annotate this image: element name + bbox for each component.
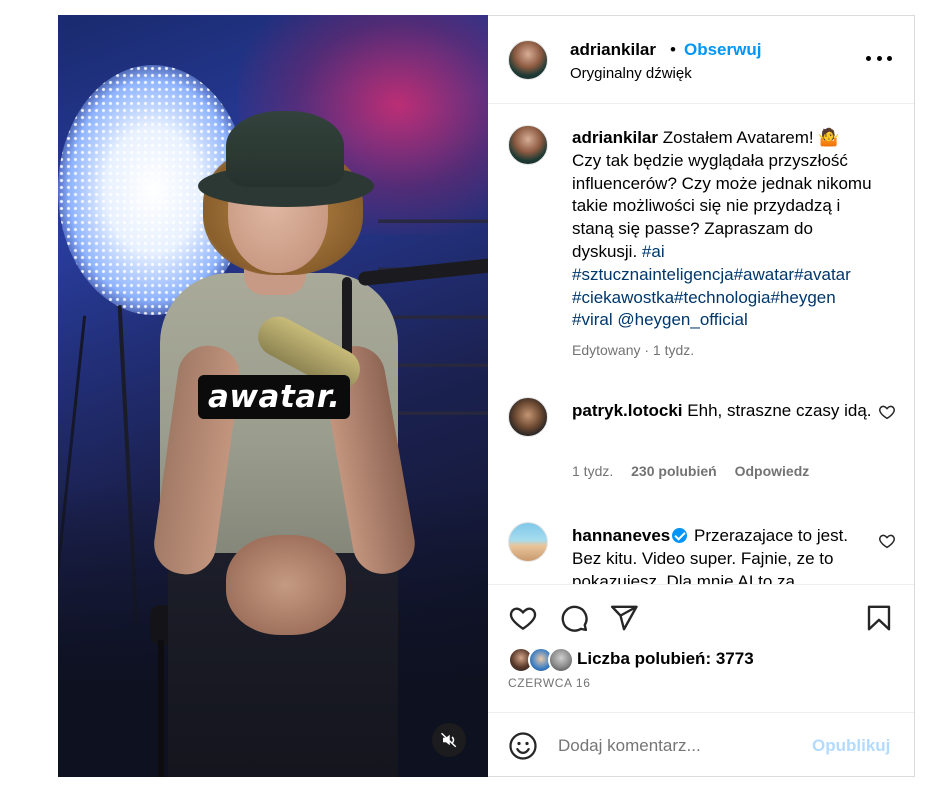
comment-input[interactable] xyxy=(558,733,798,759)
stool-leg xyxy=(158,640,164,777)
caption-mention[interactable]: @heygen_official xyxy=(617,310,747,329)
verified-badge-icon xyxy=(672,528,688,543)
commenter-avatar[interactable] xyxy=(508,522,548,562)
caption-author-avatar[interactable] xyxy=(508,125,548,165)
share-icon[interactable] xyxy=(609,603,639,633)
comments-list[interactable]: adriankilar Zostałem Avatarem! 🤷 Czy tak… xyxy=(488,104,914,584)
commenter-avatar[interactable] xyxy=(508,397,548,437)
liker-avatar xyxy=(548,647,574,673)
post-caption: adriankilar Zostałem Avatarem! 🤷 Czy tak… xyxy=(488,104,914,374)
post-actions-bar: Liczba polubień: 3773 CZERWCA 16 xyxy=(488,584,914,712)
comment-like-heart-icon[interactable] xyxy=(878,532,896,550)
post-header: adriankilar • Obserwuj Oryginalny dźwięk xyxy=(488,16,914,104)
comment-meta: 1 tydz. 230 polubień Odpowiedz xyxy=(572,463,809,479)
caption-text: adriankilar Zostałem Avatarem! 🤷 Czy tak… xyxy=(572,127,880,332)
comment-time: 1 tydz. xyxy=(572,463,614,479)
microphone-boom-arm xyxy=(357,257,488,287)
volume-muted-icon xyxy=(440,732,457,748)
follow-button[interactable]: Obserwuj xyxy=(684,40,761,60)
post-details-panel: adriankilar • Obserwuj Oryginalny dźwięk… xyxy=(488,15,915,777)
commenter-username[interactable]: patryk.lotocki xyxy=(572,401,683,420)
add-comment-bar: Opublikuj xyxy=(488,712,914,778)
post-video[interactable]: awatar. xyxy=(58,15,488,777)
caption-meta: Edytowany · 1 tydz. xyxy=(572,342,695,358)
bookmark-icon[interactable] xyxy=(864,603,894,633)
heart-icon[interactable] xyxy=(508,603,538,633)
separator-dot: • xyxy=(670,40,676,59)
caption-body: Czy tak będzie wyglądała przyszłość infl… xyxy=(572,150,872,261)
author-username[interactable]: adriankilar xyxy=(570,40,656,60)
post-comment-button[interactable]: Opublikuj xyxy=(812,736,890,756)
video-overlay-caption: awatar. xyxy=(198,375,351,419)
reply-button[interactable]: Odpowiedz xyxy=(735,463,810,479)
comment-like-heart-icon[interactable] xyxy=(878,403,896,421)
comment-text: hannaneves Przerazajace to jest. Bez kit… xyxy=(572,525,880,584)
caption-line-1: Zostałem Avatarem! 🤷 xyxy=(662,128,840,147)
comment-likes-count[interactable]: 230 polubień xyxy=(631,463,717,479)
author-avatar[interactable] xyxy=(508,40,548,80)
more-options-icon[interactable] xyxy=(866,48,892,68)
comment-text: patryk.lotocki Ehh, straszne czasy idą. xyxy=(572,400,880,423)
comment-icon[interactable] xyxy=(559,603,589,633)
comment-item: patryk.lotocki Ehh, straszne czasy idą. … xyxy=(488,384,914,494)
caption-username[interactable]: adriankilar xyxy=(572,128,658,147)
comment-body: Ehh, straszne czasy idą. xyxy=(687,401,872,420)
emoji-icon[interactable] xyxy=(508,731,538,761)
likes-count[interactable]: Liczba polubień: 3773 xyxy=(577,649,754,669)
comment-item: hannaneves Przerazajace to jest. Bez kit… xyxy=(488,509,914,584)
mute-toggle-button[interactable] xyxy=(432,723,466,757)
post-date: CZERWCA 16 xyxy=(508,676,591,690)
audio-label[interactable]: Oryginalny dźwięk xyxy=(570,65,692,82)
liked-by-avatars[interactable] xyxy=(508,647,578,673)
presenter-hands xyxy=(226,535,346,635)
commenter-username[interactable]: hannaneves xyxy=(572,526,670,545)
hat-crown xyxy=(226,111,344,187)
overlay-caption-text: awatar. xyxy=(208,379,341,415)
